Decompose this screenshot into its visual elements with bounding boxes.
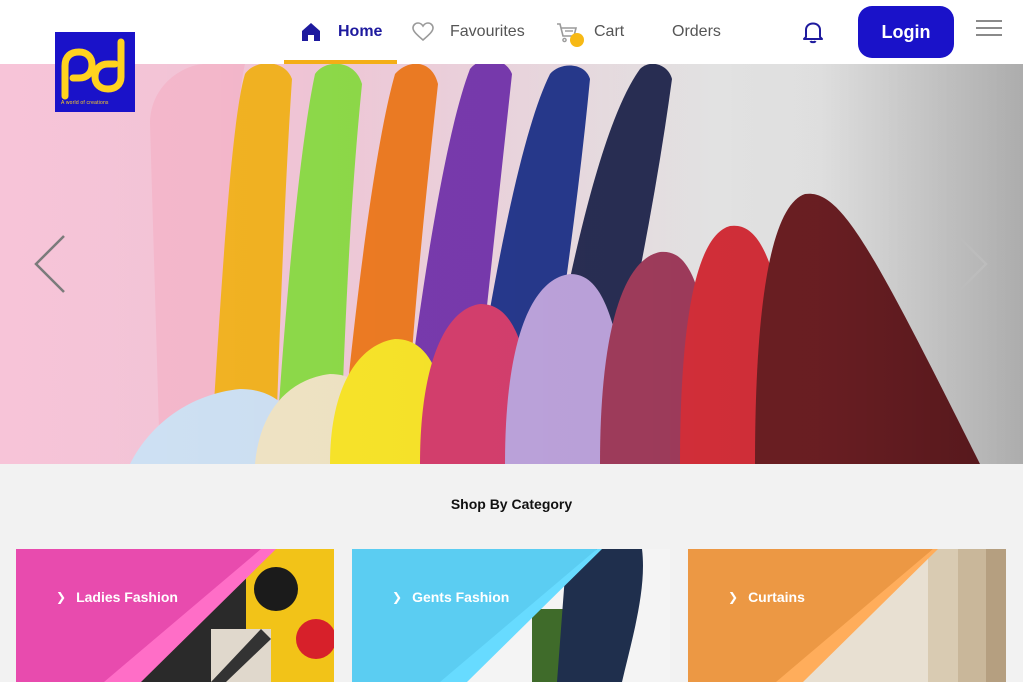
- nav-orders[interactable]: Orders: [672, 0, 721, 64]
- category-label: ❯ Curtains: [728, 589, 805, 605]
- chevron-right-icon: ❯: [56, 590, 67, 604]
- category-card-ladies-fashion[interactable]: ❯ Ladies Fashion: [16, 549, 334, 682]
- cart-icon: [556, 21, 584, 47]
- nav-home[interactable]: Home: [284, 0, 397, 64]
- chevron-left-icon: [34, 235, 65, 293]
- login-button[interactable]: Login: [858, 6, 954, 58]
- carousel-prev-button[interactable]: [32, 234, 72, 294]
- top-navbar: Home Favourites Cart Orders Login: [0, 0, 1023, 64]
- nav-favourites-label: Favourites: [450, 23, 525, 40]
- carousel-next-button[interactable]: [952, 234, 992, 294]
- notification-bell-icon[interactable]: [800, 19, 826, 45]
- hero-carousel: [0, 64, 1023, 464]
- brand-logo[interactable]: A world of creations: [55, 32, 135, 112]
- hero-fabric-image: [0, 64, 1023, 464]
- chevron-right-icon: ❯: [728, 590, 739, 604]
- heart-icon: [412, 22, 434, 42]
- category-label: ❯ Gents Fashion: [392, 589, 510, 605]
- category-card-gents-fashion[interactable]: ❯ Gents Fashion: [352, 549, 670, 682]
- nav-orders-label: Orders: [672, 23, 721, 40]
- nav-cart[interactable]: Cart: [556, 0, 624, 64]
- curtains-image: [688, 549, 1006, 682]
- category-label: ❯ Ladies Fashion: [56, 589, 178, 605]
- category-card-curtains[interactable]: ❯ Curtains: [688, 549, 1006, 682]
- cart-badge: [570, 33, 584, 47]
- chevron-right-icon: ❯: [392, 590, 403, 604]
- home-icon: [300, 21, 322, 43]
- nav-favourites[interactable]: Favourites: [412, 0, 525, 64]
- logo-tagline: A world of creations: [61, 100, 109, 106]
- ladies-fashion-image: [16, 549, 334, 682]
- gents-fashion-image: [352, 549, 670, 682]
- nav-home-label: Home: [338, 23, 383, 40]
- hamburger-menu-icon[interactable]: [976, 20, 1002, 44]
- chevron-right-icon: [957, 235, 988, 293]
- nav-cart-label: Cart: [594, 23, 625, 40]
- shop-by-category-heading: Shop By Category: [450, 496, 573, 512]
